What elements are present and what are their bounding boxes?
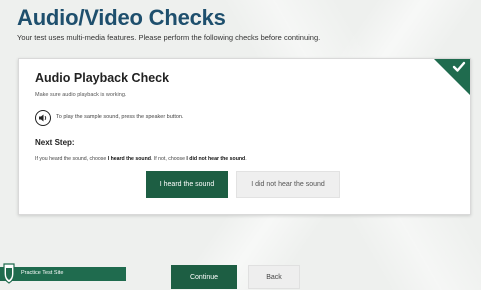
next-step-heading: Next Step: [35, 138, 75, 147]
audio-video-checks-page: Audio/Video Checks Your test uses multi-… [0, 0, 481, 290]
page-subtitle: Your test uses multi-media features. Ple… [17, 33, 321, 42]
checkmark-icon [452, 61, 466, 72]
card-description: Make sure audio playback is working. [35, 92, 127, 98]
card-title: Audio Playback Check [35, 71, 170, 85]
speaker-icon [39, 114, 47, 122]
shield-logo-icon [3, 263, 15, 284]
back-button[interactable]: Back [248, 265, 300, 289]
page-title: Audio/Video Checks [17, 5, 226, 30]
instruction-text-2: . If not, choose [150, 156, 187, 162]
heard-sound-button[interactable]: I heard the sound [146, 171, 228, 198]
audio-playback-check-card: Audio Playback Check Make sure audio pla… [18, 58, 471, 215]
instruction-text-3: . [245, 156, 247, 162]
next-step-instruction: If you heard the sound, choose I heard t… [35, 156, 247, 162]
instruction-text-1: If you heard the sound, choose [35, 156, 108, 162]
instruction-bold-heard: I heard the sound [107, 156, 151, 162]
continue-button[interactable]: Continue [171, 265, 237, 289]
practice-test-site-label: Practice Test Site [21, 270, 64, 276]
speaker-button[interactable] [35, 110, 51, 126]
speaker-instruction: To play the sample sound, press the spea… [56, 114, 184, 120]
instruction-bold-not-heard: I did not hear the sound [186, 156, 246, 162]
not-heard-sound-button[interactable]: I did not hear the sound [236, 171, 340, 198]
